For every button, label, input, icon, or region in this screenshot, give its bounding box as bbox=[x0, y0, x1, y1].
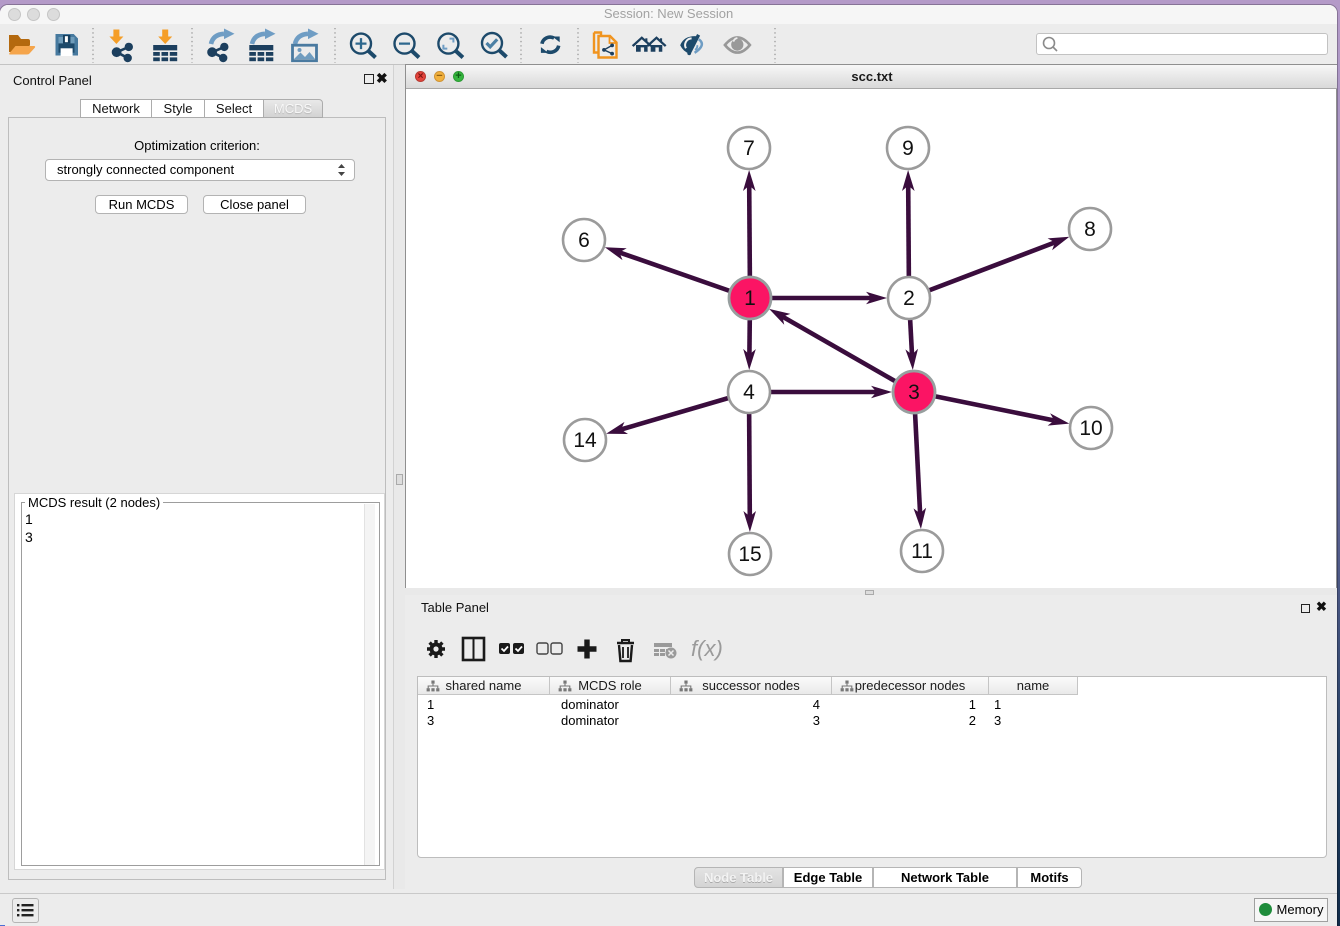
svg-text:14: 14 bbox=[573, 429, 597, 452]
svg-text:3: 3 bbox=[908, 381, 920, 404]
svg-text:1: 1 bbox=[744, 287, 756, 310]
svg-text:6: 6 bbox=[578, 229, 590, 252]
svg-text:7: 7 bbox=[743, 137, 755, 160]
svg-text:15: 15 bbox=[738, 543, 761, 566]
svg-text:2: 2 bbox=[903, 287, 915, 310]
svg-text:11: 11 bbox=[911, 540, 933, 563]
svg-text:f(x): f(x) bbox=[691, 636, 723, 661]
svg-text:9: 9 bbox=[902, 137, 914, 160]
svg-text:8: 8 bbox=[1084, 218, 1096, 241]
svg-text:4: 4 bbox=[743, 381, 755, 404]
svg-text:10: 10 bbox=[1079, 417, 1102, 440]
